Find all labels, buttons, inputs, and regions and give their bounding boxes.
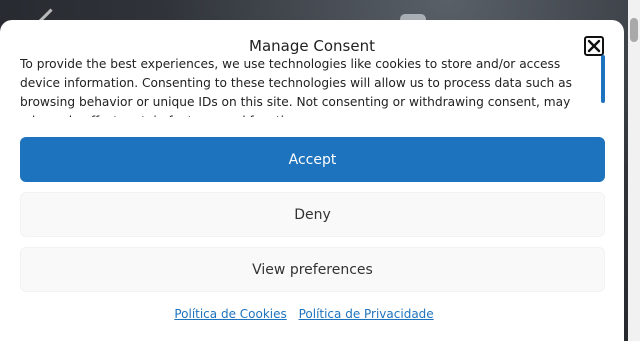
policy-links: Política de Cookies Política de Privacid… bbox=[0, 307, 608, 321]
cookie-policy-link[interactable]: Política de Cookies bbox=[174, 307, 286, 321]
view-preferences-button[interactable]: View preferences bbox=[20, 247, 605, 292]
accept-button[interactable]: Accept bbox=[20, 137, 605, 182]
consent-message-container[interactable]: To provide the best experiences, we use … bbox=[20, 55, 598, 117]
close-icon bbox=[587, 39, 601, 53]
page-scrollbar-thumb[interactable] bbox=[630, 18, 638, 42]
privacy-policy-link[interactable]: Política de Privacidade bbox=[299, 307, 434, 321]
close-button[interactable] bbox=[584, 36, 604, 56]
consent-modal: Manage Consent To provide the best exper… bbox=[0, 20, 624, 341]
page-scrollbar[interactable] bbox=[628, 0, 640, 341]
modal-title: Manage Consent bbox=[249, 37, 375, 55]
deny-button[interactable]: Deny bbox=[20, 192, 605, 237]
message-scrollbar[interactable] bbox=[601, 55, 605, 103]
consent-message: To provide the best experiences, we use … bbox=[20, 57, 572, 117]
